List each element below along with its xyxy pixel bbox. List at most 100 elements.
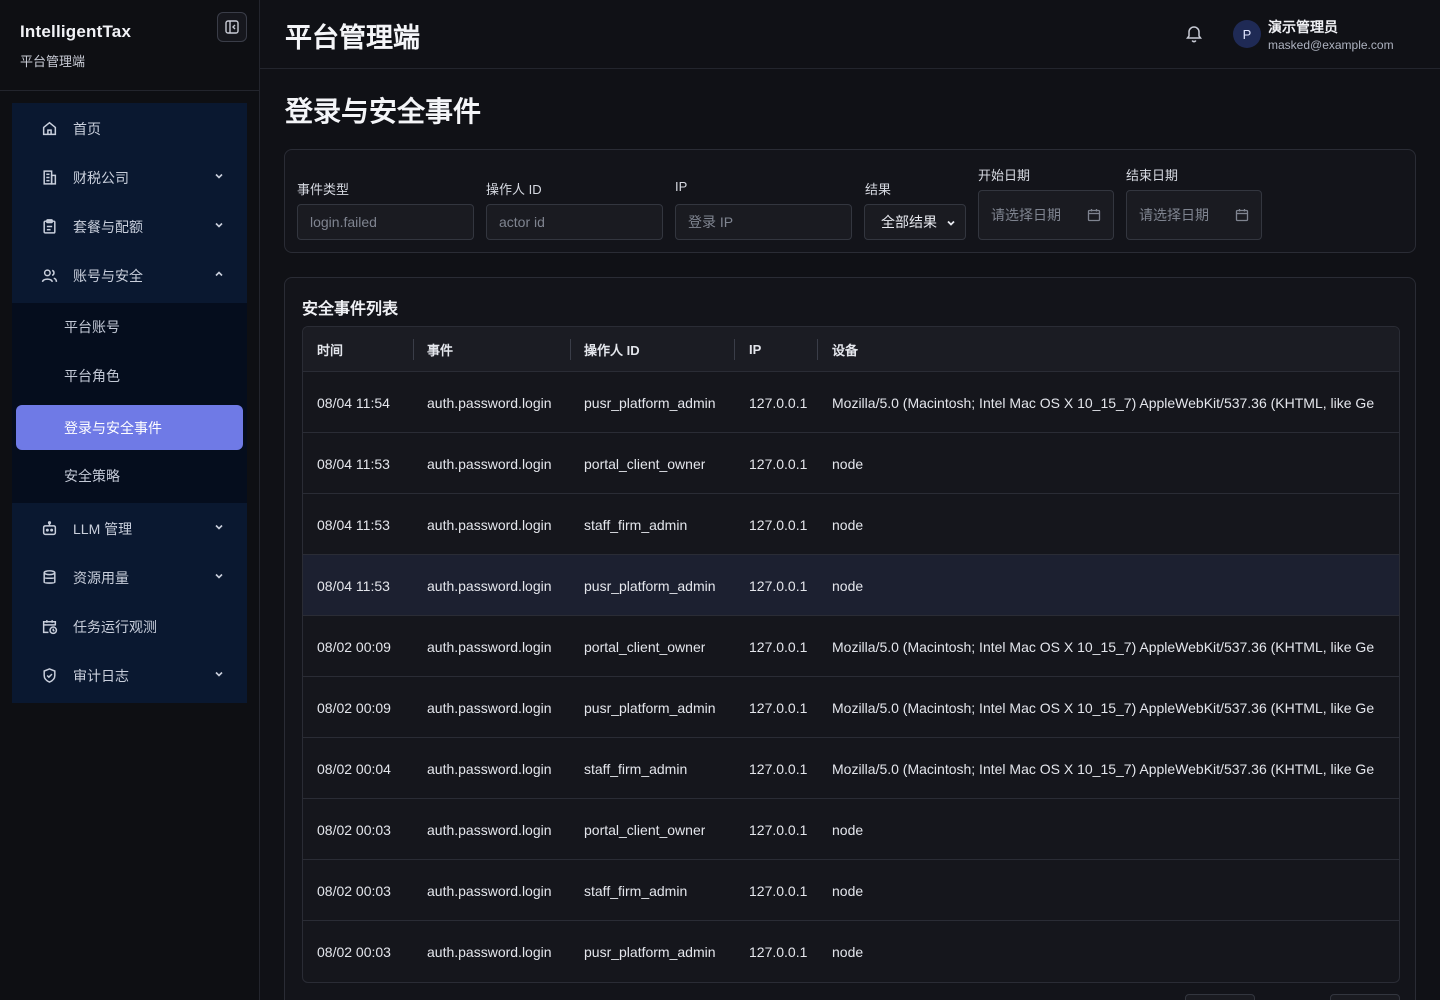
actor-id-input[interactable] <box>486 204 663 240</box>
result-select[interactable]: 全部结果 <box>864 204 966 240</box>
chevron-down-icon <box>215 222 223 228</box>
user-name: 演示管理员 <box>1268 19 1338 35</box>
column-separator[interactable] <box>413 339 414 360</box>
cell-actor: pusr_platform_admin <box>584 577 716 594</box>
cell-event: auth.password.login <box>427 882 552 899</box>
sidebar-subitem-platform-accounts[interactable]: 平台账号 <box>16 304 243 349</box>
sidebar-subitem-login-security-events[interactable]: 登录与安全事件 <box>16 405 243 450</box>
sidebar-item-audit-log[interactable]: 审计日志 <box>12 651 247 700</box>
table-row[interactable]: 08/02 00:09 auth.password.login pusr_pla… <box>303 677 1399 738</box>
column-header-time: 时间 <box>317 343 344 358</box>
event-type-label: 事件类型 <box>297 182 350 197</box>
cell-ip: 127.0.0.1 <box>749 760 808 777</box>
users-icon <box>40 267 58 285</box>
sidebar-item-label: 资源用量 <box>73 569 129 586</box>
sidebar-item-label: 首页 <box>73 120 101 137</box>
sidebar-subitem-security-policy[interactable]: 安全策略 <box>16 453 243 498</box>
event-type-input[interactable] <box>297 204 474 240</box>
table-row[interactable]: 08/02 00:09 auth.password.login portal_c… <box>303 616 1399 677</box>
sidebar-item-label: 套餐与配额 <box>73 218 143 235</box>
user-email: masked@example.com <box>1268 38 1394 52</box>
sidebar-subitem-platform-roles[interactable]: 平台角色 <box>16 353 243 398</box>
cell-event: auth.password.login <box>427 943 552 960</box>
ip-input[interactable] <box>675 204 852 240</box>
cell-actor: staff_firm_admin <box>584 516 688 533</box>
cell-device: Mozilla/5.0 (Macintosh; Intel Mac OS X 1… <box>832 760 1375 777</box>
cell-device: node <box>832 577 864 594</box>
table-row[interactable]: 08/02 00:03 auth.password.login portal_c… <box>303 799 1399 860</box>
pagination-control[interactable] <box>1185 994 1255 1000</box>
header-title: 平台管理端 <box>285 23 420 53</box>
avatar[interactable]: P <box>1233 20 1261 48</box>
cell-device: node <box>832 943 864 960</box>
cell-actor: staff_firm_admin <box>584 882 688 899</box>
column-separator[interactable] <box>570 339 571 360</box>
cell-ip: 127.0.0.1 <box>749 516 808 533</box>
cell-ip: 127.0.0.1 <box>749 394 808 411</box>
sidebar-item-task-observability[interactable]: 任务运行观测 <box>12 602 247 651</box>
cell-event: auth.password.login <box>427 394 552 411</box>
cell-event: auth.password.login <box>427 760 552 777</box>
sidebar-item-home[interactable]: 首页 <box>12 104 247 153</box>
table-row[interactable]: 08/04 11:53 auth.password.login staff_fi… <box>303 494 1399 555</box>
filter-panel: 事件类型 操作人 ID IP 结果 全部结果 开始日期 请选择日期 结束日期 请… <box>284 149 1416 253</box>
cell-time: 08/04 11:53 <box>317 516 390 533</box>
table-row[interactable]: 08/04 11:54 auth.password.login pusr_pla… <box>303 372 1399 433</box>
sidebar-subitem-label: 登录与安全事件 <box>64 419 162 436</box>
sidebar-subitem-label: 平台账号 <box>64 318 120 335</box>
table-row[interactable]: 08/04 11:53 auth.password.login pusr_pla… <box>303 555 1399 616</box>
cell-time: 08/02 00:09 <box>317 638 391 655</box>
brand: IntelligentTax 平台管理端 <box>20 22 131 70</box>
table-row[interactable]: 08/02 00:04 auth.password.login staff_fi… <box>303 738 1399 799</box>
chevron-down-icon <box>215 573 223 579</box>
sidebar-item-label: 账号与安全 <box>73 267 143 284</box>
collapse-sidebar-button[interactable] <box>217 12 247 42</box>
bell-icon[interactable] <box>1184 24 1204 44</box>
sidebar-item-tax-firms[interactable]: 财税公司 <box>12 153 247 202</box>
sidebar-item-label: 任务运行观测 <box>73 618 157 635</box>
page-title: 登录与安全事件 <box>285 96 482 127</box>
chevron-up-icon <box>215 271 223 277</box>
sidebar-item-resource-usage[interactable]: 资源用量 <box>12 553 247 602</box>
end-date-picker[interactable]: 请选择日期 <box>1126 190 1262 240</box>
table-title: 安全事件列表 <box>302 301 399 318</box>
result-label: 结果 <box>865 182 892 197</box>
sidebar-item-label: 审计日志 <box>73 667 129 684</box>
sidebar-item-accounts-security[interactable]: 账号与安全 <box>12 251 247 300</box>
pagination-control[interactable] <box>1330 994 1400 1000</box>
sidebar-subitem-label: 平台角色 <box>64 367 120 384</box>
calendar-icon <box>1087 209 1101 222</box>
cell-time: 08/02 00:09 <box>317 699 391 716</box>
brand-title: IntelligentTax <box>20 22 132 41</box>
cell-actor: portal_client_owner <box>584 638 706 655</box>
cell-time: 08/02 00:03 <box>317 821 391 838</box>
cell-ip: 127.0.0.1 <box>749 821 808 838</box>
cell-device: node <box>832 455 864 472</box>
sidebar-item-plans-quotas[interactable]: 套餐与配额 <box>12 202 247 251</box>
column-separator[interactable] <box>734 339 735 360</box>
brand-subtitle: 平台管理端 <box>20 54 86 69</box>
chevron-down-icon <box>947 220 955 226</box>
cell-event: auth.password.login <box>427 638 552 655</box>
cell-time: 08/02 00:04 <box>317 760 391 777</box>
cell-actor: portal_client_owner <box>584 455 706 472</box>
sidebar-item-llm[interactable]: LLM 管理 <box>12 504 247 553</box>
calendar-clock-icon <box>40 618 58 636</box>
top-bar: 平台管理端 P 演示管理员 masked@example.com <box>260 0 1440 69</box>
table-row[interactable]: 08/02 00:03 auth.password.login staff_fi… <box>303 860 1399 921</box>
start-date-placeholder: 请选择日期 <box>991 207 1061 223</box>
cell-device: node <box>832 821 864 838</box>
table-row[interactable]: 08/02 00:03 auth.password.login pusr_pla… <box>303 921 1399 982</box>
column-separator[interactable] <box>817 339 818 360</box>
ip-label: IP <box>675 179 688 194</box>
table-row[interactable]: 08/04 11:53 auth.password.login portal_c… <box>303 433 1399 494</box>
cell-device: node <box>832 516 864 533</box>
sidebar-subitem-label: 安全策略 <box>64 467 120 484</box>
cell-event: auth.password.login <box>427 577 552 594</box>
cell-actor: staff_firm_admin <box>584 760 688 777</box>
sidebar-item-label: LLM 管理 <box>73 520 133 537</box>
database-icon <box>40 569 58 587</box>
start-date-picker[interactable]: 请选择日期 <box>978 190 1114 240</box>
chevron-down-icon <box>215 671 223 677</box>
column-header-device: 设备 <box>832 343 859 358</box>
